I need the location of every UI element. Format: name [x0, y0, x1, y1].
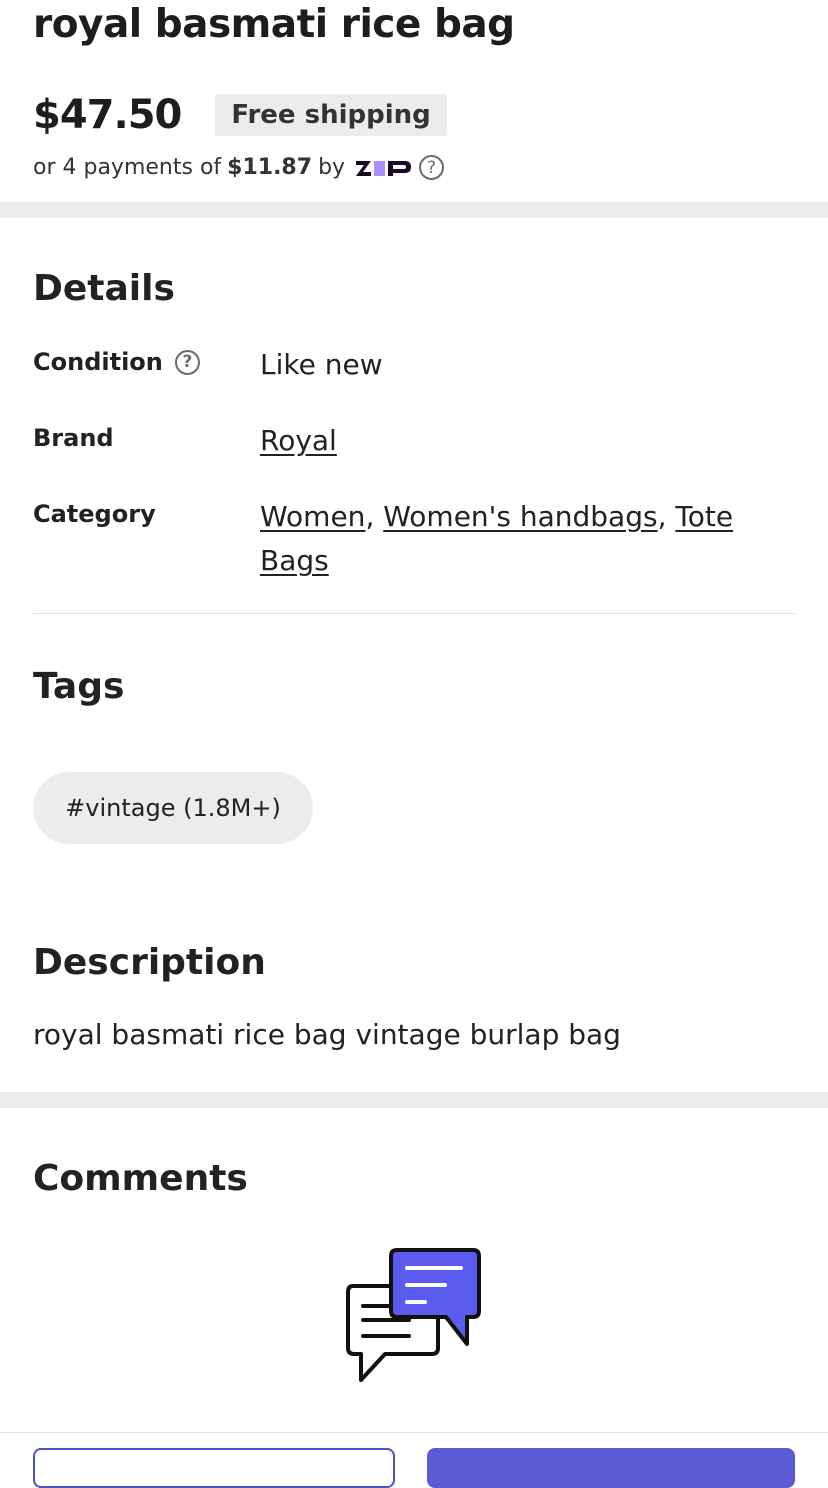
price-row: $47.50 Free shipping [33, 92, 447, 138]
condition-help-icon[interactable]: ? [174, 349, 200, 375]
price: $47.50 [33, 92, 182, 138]
details-heading: Details [33, 268, 175, 309]
secondary-action-button[interactable] [33, 1448, 395, 1488]
listing-title: royal basmati rice bag [33, 2, 515, 47]
condition-label: Condition [33, 348, 163, 376]
bottom-bar-divider [0, 1432, 828, 1433]
condition-label-row: Condition ? [33, 348, 200, 376]
category-label: Category [33, 500, 156, 528]
comments-heading: Comments [33, 1158, 248, 1199]
chat-bubbles-icon [345, 1246, 485, 1384]
brand-value: Royal [260, 419, 760, 463]
payment-by: by [318, 155, 346, 180]
question-circle-icon[interactable]: ? [419, 155, 445, 180]
category-value: Women, Women's handbags, Tote Bags [260, 495, 760, 583]
section-divider-band [0, 1092, 828, 1108]
category-link-womens-handbags[interactable]: Women's handbags [383, 500, 657, 533]
brand-label: Brand [33, 424, 114, 452]
tag-chip[interactable]: #vintage (1.8M+) [33, 772, 313, 844]
installment-payment-info: or 4 payments of $11.87 by ? [33, 155, 445, 180]
condition-value: Like new [260, 348, 383, 381]
brand-link[interactable]: Royal [260, 424, 337, 457]
shipping-badge: Free shipping [215, 94, 447, 136]
category-separator: , [365, 500, 375, 533]
section-divider-band [0, 202, 828, 218]
zip-logo [355, 156, 417, 180]
payment-amount: $11.87 [227, 155, 313, 180]
category-separator: , [657, 500, 667, 533]
description-text: royal basmati rice bag vintage burlap ba… [33, 1018, 621, 1051]
tags-heading: Tags [33, 666, 125, 707]
description-heading: Description [33, 942, 266, 983]
category-link-women[interactable]: Women [260, 500, 365, 533]
primary-action-button[interactable] [427, 1448, 795, 1488]
payment-prefix: or 4 payments of [33, 155, 222, 180]
details-divider [33, 613, 796, 614]
